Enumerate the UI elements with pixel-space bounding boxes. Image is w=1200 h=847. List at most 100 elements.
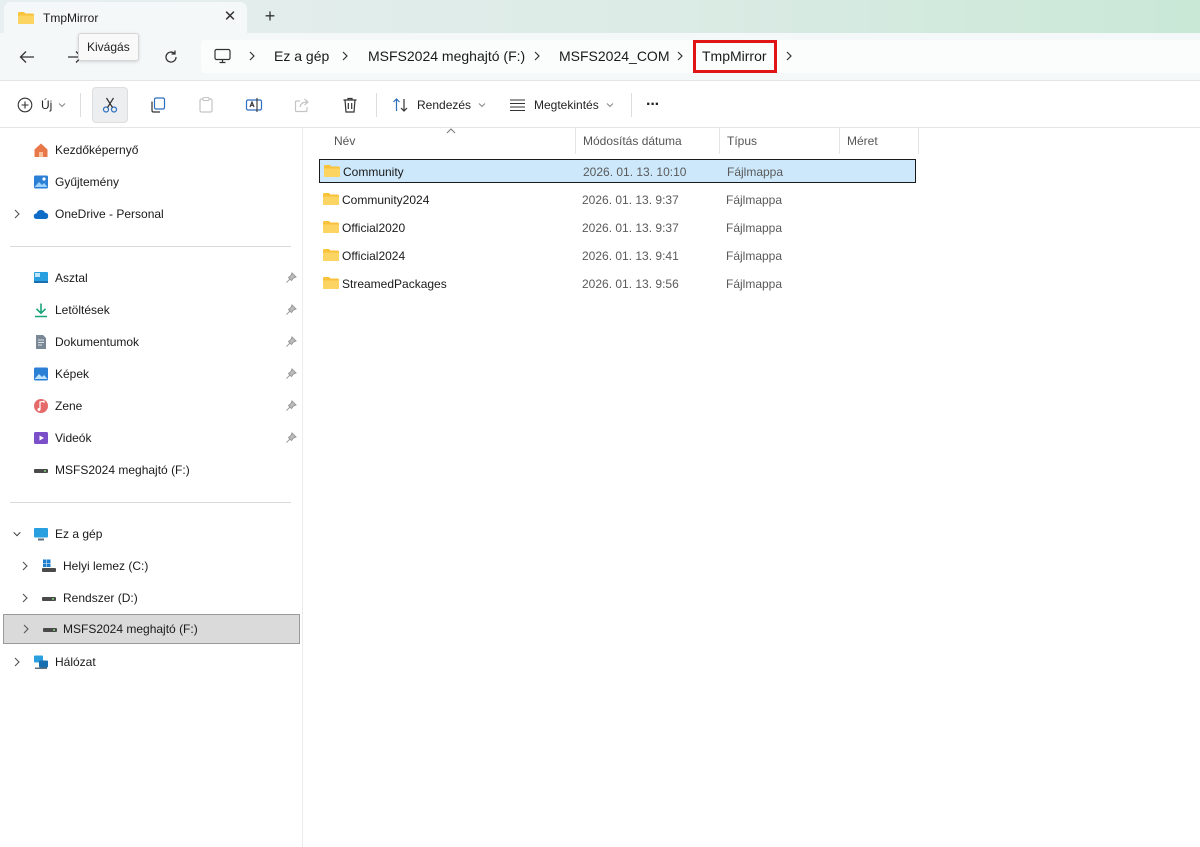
sidebar-item-home[interactable]: Kezdőképernyő xyxy=(0,135,300,165)
column-headers: Név Módosítás dátuma Típus Méret xyxy=(319,128,919,154)
pictures-icon xyxy=(34,367,48,381)
pin-icon[interactable] xyxy=(285,368,297,380)
column-header-name[interactable]: Név xyxy=(327,128,576,154)
divider xyxy=(376,93,377,117)
sidebar-label: Letöltések xyxy=(55,303,110,317)
close-tab-button[interactable]: ✕ xyxy=(219,7,241,27)
sidebar-label: MSFS2024 meghajtó (F:) xyxy=(63,622,198,636)
file-date: 2026. 01. 13. 9:37 xyxy=(582,221,679,235)
view-label: Megtekintés xyxy=(534,98,599,112)
file-row-official2020[interactable]: Official2020 2026. 01. 13. 9:37 Fájlmapp… xyxy=(319,216,916,240)
file-date: 2026. 01. 13. 10:10 xyxy=(583,165,687,179)
sidebar-item-downloads[interactable]: Letöltések xyxy=(0,295,300,325)
chevron-right-icon[interactable] xyxy=(247,49,257,63)
sidebar-item-this-pc[interactable]: Ez a gép xyxy=(0,519,300,549)
music-icon xyxy=(34,399,48,413)
chevron-right-icon[interactable] xyxy=(20,592,30,604)
rename-button[interactable] xyxy=(245,89,263,121)
pin-icon[interactable] xyxy=(285,336,297,348)
monitor-icon xyxy=(214,48,231,67)
download-icon xyxy=(35,303,47,318)
document-icon xyxy=(36,335,46,349)
sidebar-label: Helyi lemez (C:) xyxy=(63,559,149,573)
sidebar-item-gallery[interactable]: Gyűjtemény xyxy=(0,167,300,197)
more-options-button[interactable]: ··· xyxy=(646,89,660,121)
pin-icon[interactable] xyxy=(285,400,297,412)
file-name: Official2020 xyxy=(342,221,406,235)
file-type: Fájlmappa xyxy=(726,193,783,207)
back-button[interactable] xyxy=(14,45,40,69)
view-button[interactable]: Megtekintés xyxy=(509,89,614,121)
chevron-right-icon[interactable] xyxy=(532,49,542,63)
pin-icon[interactable] xyxy=(285,432,297,444)
file-row-community[interactable]: Community 2026. 01. 13. 10:10 Fájlmappa xyxy=(319,159,916,183)
scissors-icon xyxy=(101,89,119,121)
breadcrumb-item[interactable]: MSFS2024 meghajtó (F:) xyxy=(368,48,525,64)
breadcrumb-item[interactable]: MSFS2024_COM xyxy=(559,48,669,64)
sidebar-item-music[interactable]: Zene xyxy=(0,391,300,421)
sidebar-label: Asztal xyxy=(55,271,88,285)
divider xyxy=(631,93,632,117)
new-label: Új xyxy=(41,98,53,112)
sidebar-label: Képek xyxy=(55,367,90,381)
sidebar-item-drive-c[interactable]: Helyi lemez (C:) xyxy=(0,551,300,581)
paste-button[interactable] xyxy=(197,89,215,121)
file-name: Official2024 xyxy=(342,249,406,263)
refresh-button[interactable] xyxy=(158,45,184,69)
file-row-official2024[interactable]: Official2024 2026. 01. 13. 9:41 Fájlmapp… xyxy=(319,244,916,268)
folder-icon xyxy=(323,221,339,233)
sidebar-item-drive-f[interactable]: MSFS2024 meghajtó (F:) xyxy=(3,614,300,644)
column-header-date[interactable]: Módosítás dátuma xyxy=(576,128,720,154)
sidebar-label: MSFS2024 meghajtó (F:) xyxy=(55,463,190,477)
sidebar-item-desktop[interactable]: Asztal xyxy=(0,263,300,293)
breadcrumb-current[interactable]: TmpMirror xyxy=(702,48,767,64)
chevron-right-icon[interactable] xyxy=(784,49,794,63)
sidebar-item-onedrive[interactable]: OneDrive - Personal xyxy=(0,199,300,229)
sidebar-item-videos[interactable]: Videók xyxy=(0,423,300,453)
file-type: Fájlmappa xyxy=(726,249,783,263)
rename-icon xyxy=(245,98,263,112)
sidebar-item-drive-d[interactable]: Rendszer (D:) xyxy=(0,583,300,613)
column-header-type[interactable]: Típus xyxy=(720,128,840,154)
chevron-right-icon[interactable] xyxy=(20,560,30,572)
chevron-right-icon[interactable] xyxy=(12,208,22,220)
copy-button[interactable] xyxy=(149,89,167,121)
folder-icon xyxy=(323,193,339,205)
tab-title: TmpMirror xyxy=(43,11,99,25)
plus-circle-icon xyxy=(17,97,33,113)
file-row-streamedpackages[interactable]: StreamedPackages 2026. 01. 13. 9:56 Fájl… xyxy=(319,272,916,296)
trash-icon xyxy=(343,97,357,113)
sidebar-label: OneDrive - Personal xyxy=(55,207,164,221)
tab-tmpmirror[interactable]: TmpMirror ✕ xyxy=(4,2,247,33)
sidebar-item-msfs-drive-quick[interactable]: MSFS2024 meghajtó (F:) xyxy=(0,455,300,485)
sort-button[interactable]: Rendezés xyxy=(392,89,486,121)
pin-icon[interactable] xyxy=(285,272,297,284)
sidebar-item-pictures[interactable]: Képek xyxy=(0,359,300,389)
windows-drive-icon xyxy=(42,559,56,572)
new-tab-button[interactable]: + xyxy=(259,5,281,27)
chevron-right-icon[interactable] xyxy=(675,49,685,63)
pin-icon[interactable] xyxy=(285,304,297,316)
file-name: StreamedPackages xyxy=(342,277,447,291)
chevron-down-icon xyxy=(58,103,66,108)
chevron-right-icon[interactable] xyxy=(21,623,31,635)
delete-button[interactable] xyxy=(341,89,359,121)
navigation-bar: Kivágás Ez a gép MSFS2024 meghajtó (F:) … xyxy=(0,33,1200,81)
sidebar-item-documents[interactable]: Dokumentumok xyxy=(0,327,300,357)
video-icon xyxy=(34,432,48,444)
sidebar-label: Dokumentumok xyxy=(55,335,140,349)
new-button[interactable]: Új xyxy=(17,89,66,121)
desktop-icon xyxy=(34,272,48,283)
file-row-community2024[interactable]: Community2024 2026. 01. 13. 9:37 Fájlmap… xyxy=(319,188,916,212)
share-button[interactable] xyxy=(293,89,311,121)
file-name: Community xyxy=(343,165,404,179)
sidebar-item-network[interactable]: Hálózat xyxy=(0,647,300,677)
column-header-size[interactable]: Méret xyxy=(840,128,919,154)
chevron-down-icon[interactable] xyxy=(12,528,22,540)
breadcrumb-item[interactable]: Ez a gép xyxy=(274,48,329,64)
sort-label: Rendezés xyxy=(417,98,472,112)
chevron-right-icon[interactable] xyxy=(12,656,22,668)
address-bar[interactable]: Ez a gép MSFS2024 meghajtó (F:) MSFS2024… xyxy=(201,40,1200,73)
drive-icon xyxy=(42,597,56,601)
chevron-right-icon[interactable] xyxy=(340,49,350,63)
